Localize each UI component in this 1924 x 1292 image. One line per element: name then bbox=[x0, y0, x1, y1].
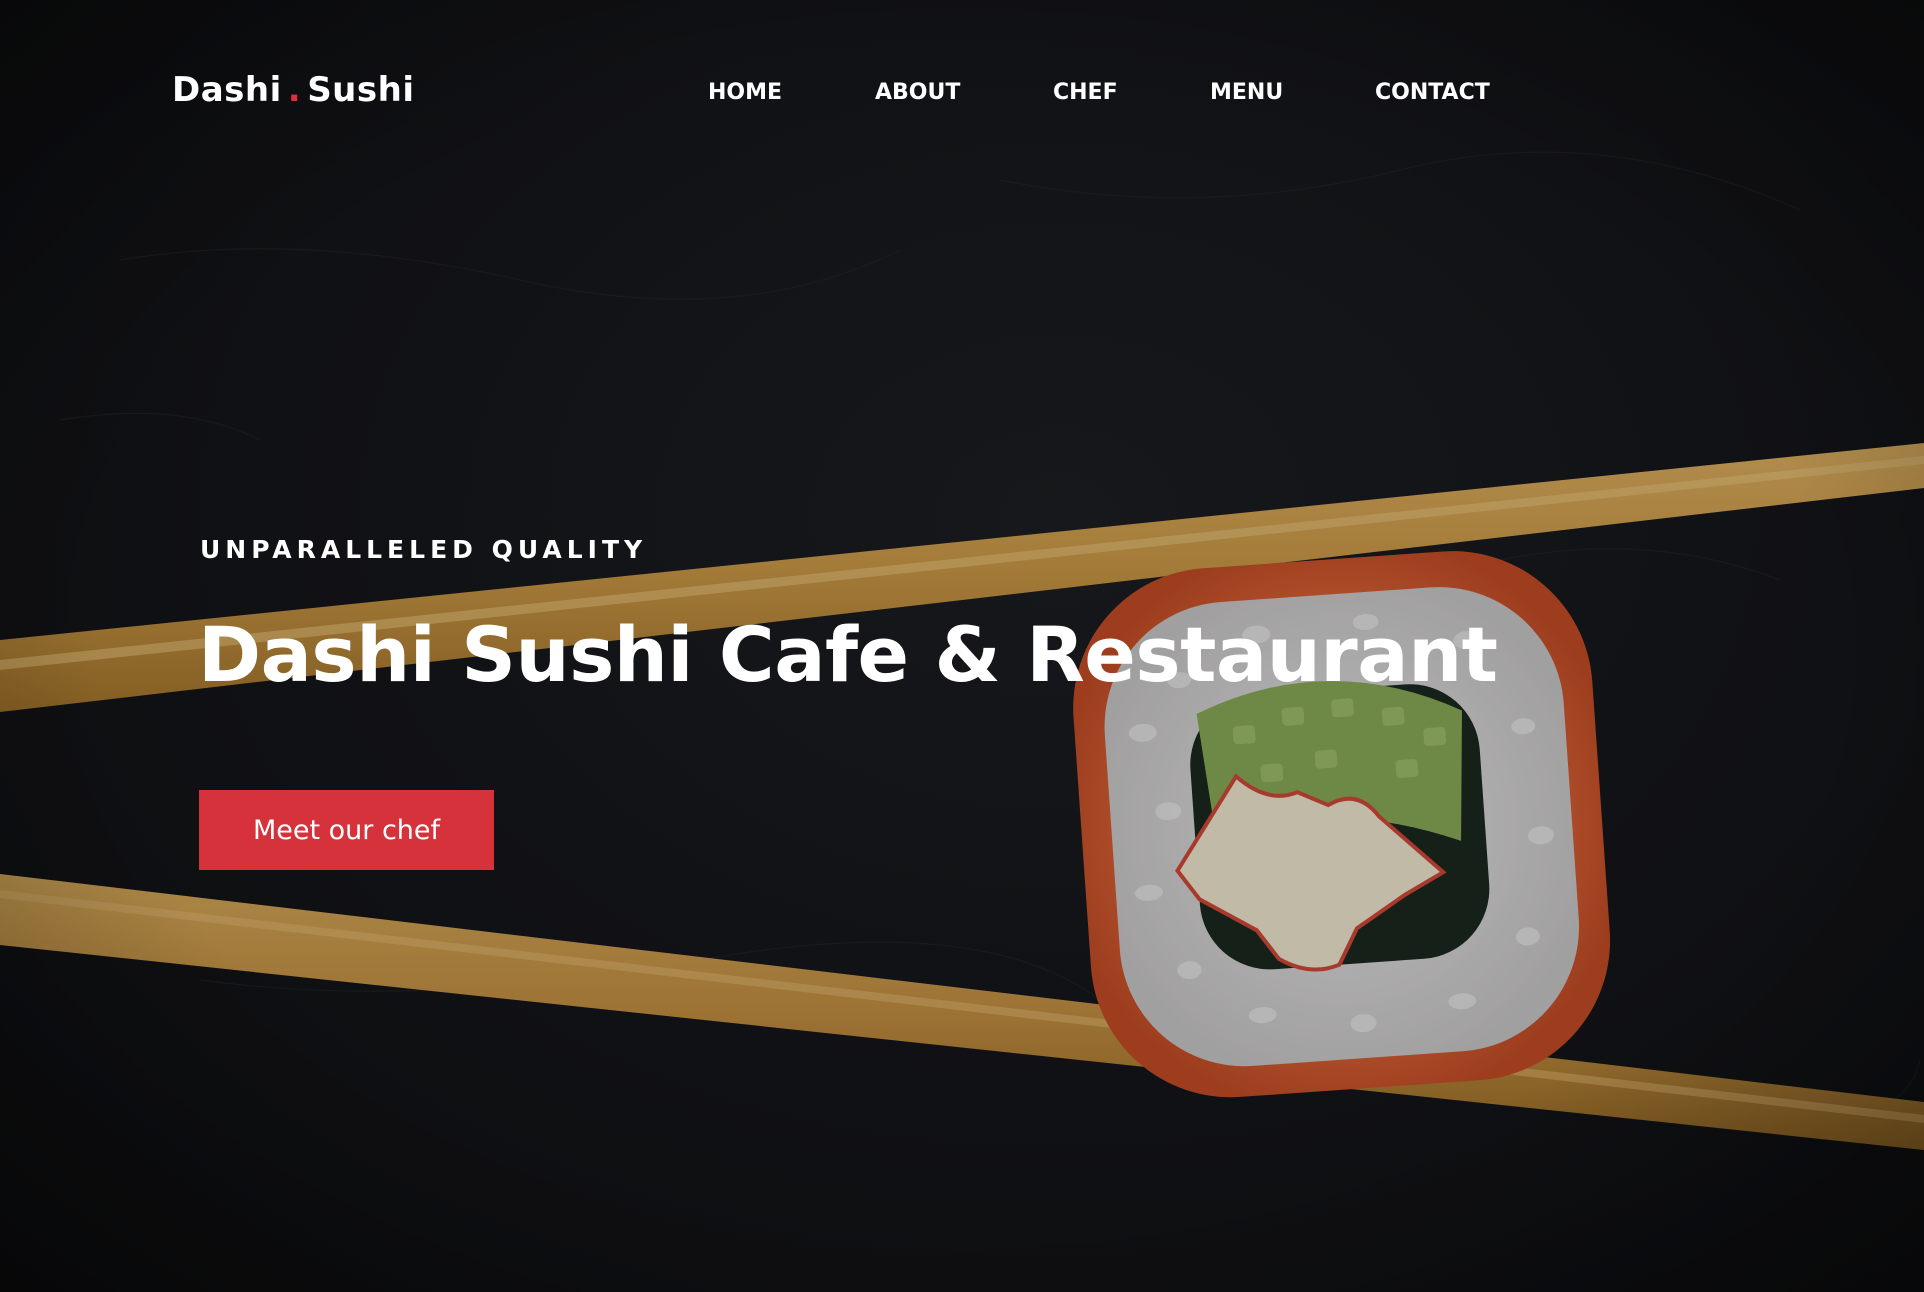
brand-name-part1: Dashi bbox=[172, 70, 282, 110]
hero-title: Dashi Sushi Cafe & Restaurant bbox=[198, 610, 1498, 699]
brand-name-part2: Sushi bbox=[307, 70, 415, 110]
hero-section: Dashi. Sushi HOME ABOUT CHEF MENU CONTACT… bbox=[0, 0, 1924, 1292]
brand-logo[interactable]: Dashi. Sushi bbox=[172, 70, 414, 110]
meet-our-chef-button[interactable]: Meet our chef bbox=[199, 790, 494, 870]
nav-link-home[interactable]: HOME bbox=[708, 80, 782, 105]
brand-separator-dot: . bbox=[287, 70, 302, 110]
nav-link-about[interactable]: ABOUT bbox=[875, 80, 960, 105]
nav-link-menu[interactable]: MENU bbox=[1210, 80, 1283, 105]
nav-link-contact[interactable]: CONTACT bbox=[1375, 80, 1490, 105]
nav-link-chef[interactable]: CHEF bbox=[1053, 80, 1118, 105]
hero-kicker: UNPARALLELED QUALITY bbox=[200, 535, 648, 564]
navbar: Dashi. Sushi HOME ABOUT CHEF MENU CONTACT bbox=[0, 0, 1924, 190]
